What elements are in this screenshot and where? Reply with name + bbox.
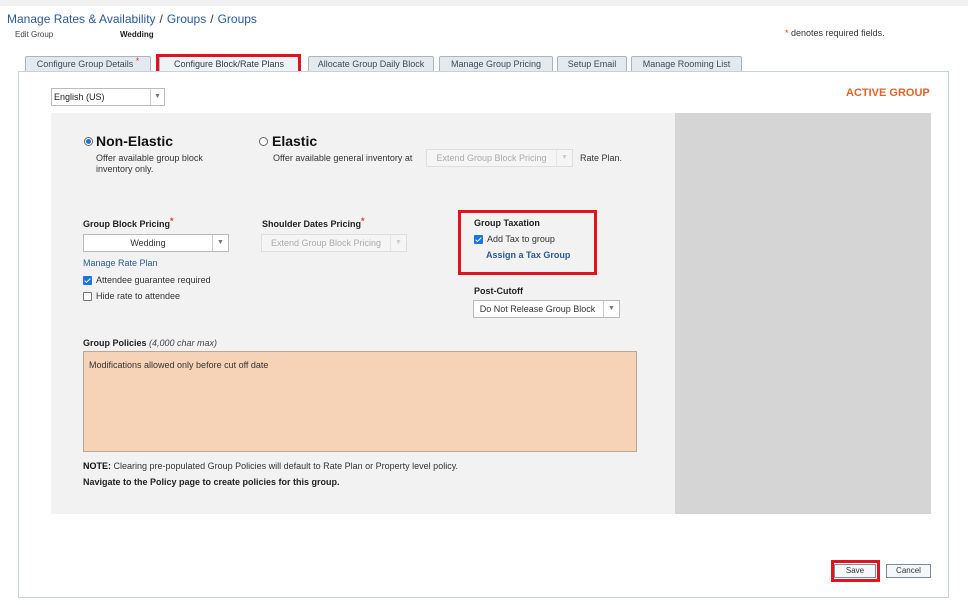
manage-rate-plan-link[interactable]: Manage Rate Plan: [83, 258, 158, 269]
top-strip: [0, 0, 968, 6]
assign-tax-group-link[interactable]: Assign a Tax Group: [486, 250, 570, 260]
cancel-button[interactable]: Cancel: [886, 564, 931, 578]
group-taxation-title: Group Taxation: [474, 218, 540, 228]
elastic-label: Elastic: [272, 133, 318, 149]
policy-navigate-note: Navigate to the Policy page to create po…: [83, 477, 340, 487]
elastic-description: Offer available general inventory at: [273, 153, 413, 163]
group-policies-title: Group Policies: [83, 338, 147, 348]
save-button[interactable]: Save: [834, 564, 876, 578]
group-block-pricing-select[interactable]: Wedding ▼: [83, 234, 229, 252]
breadcrumb-groups[interactable]: Groups: [167, 12, 206, 26]
breadcrumb-separator: /: [210, 12, 214, 26]
status-label: ACTIVE GROUP: [846, 87, 930, 99]
tab-label: Manage Rooming List: [642, 59, 731, 69]
post-cutoff-label: Post-Cutoff: [474, 286, 523, 296]
required-star: *: [170, 216, 174, 226]
shoulder-dates-pricing-label: Shoulder Dates Pricing*: [262, 216, 365, 229]
tab-setup-email[interactable]: Setup Email: [557, 56, 627, 72]
chevron-down-icon: ▼: [556, 150, 572, 166]
group-policies-textarea[interactable]: Modifications allowed only before cut of…: [83, 351, 637, 452]
breadcrumb-manage-rates[interactable]: Manage Rates & Availability: [7, 12, 156, 26]
chevron-down-icon: ▼: [603, 301, 619, 317]
side-placeholder: [675, 113, 931, 514]
chevron-down-icon: ▼: [212, 235, 228, 251]
group-block-pricing-label: Group Block Pricing*: [83, 216, 174, 229]
tab-configure-block-rate-plans[interactable]: Configure Block/Rate Plans: [159, 56, 299, 72]
tab-label: Configure Block/Rate Plans: [173, 59, 285, 69]
breadcrumb: Manage Rates & Availability / Groups / Group…: [7, 12, 257, 26]
required-star: *: [785, 28, 789, 38]
required-fields-note: * denotes required fields.: [785, 28, 885, 38]
tab-label: Configure Group Details: [36, 59, 134, 69]
elastic-select-value: Extend Group Block Pricing: [436, 153, 547, 163]
add-tax-label: Add Tax to group: [487, 234, 555, 244]
add-tax-checkbox[interactable]: [474, 235, 483, 244]
group-policies-limit: (4,000 char max): [149, 338, 218, 348]
group-block-pricing-value: Wedding: [130, 238, 166, 248]
post-cutoff-value: Do Not Release Group Block: [479, 304, 596, 314]
tab-allocate-group-daily-block[interactable]: Allocate Group Daily Block: [308, 56, 434, 72]
group-block-pricing-text: Group Block Pricing: [83, 219, 171, 229]
attendee-guarantee-checkbox[interactable]: [83, 276, 92, 285]
note-prefix: NOTE:: [83, 461, 111, 471]
non-elastic-label: Non-Elastic: [96, 133, 174, 149]
language-value: English (US): [54, 92, 105, 102]
required-star: *: [361, 216, 365, 226]
non-elastic-radio[interactable]: [84, 137, 93, 146]
group-name: Wedding: [120, 30, 154, 39]
tab-configure-group-details[interactable]: Configure Group Details *: [25, 56, 151, 72]
hide-rate-checkbox[interactable]: [83, 292, 92, 301]
note-text: Clearing pre-populated Group Policies wi…: [113, 461, 459, 471]
elastic-rate-plan-select: Extend Group Block Pricing ▼: [426, 149, 573, 167]
policy-note: NOTE: Clearing pre-populated Group Polic…: [83, 461, 458, 471]
edit-group-label: Edit Group: [15, 30, 54, 39]
elastic-radio[interactable]: [259, 137, 268, 146]
breadcrumb-separator: /: [159, 12, 163, 26]
tab-manage-group-pricing[interactable]: Manage Group Pricing: [439, 56, 553, 72]
non-elastic-description: Offer available group block inventory on…: [96, 153, 203, 174]
tab-label: Setup Email: [567, 59, 617, 69]
required-star: *: [135, 56, 140, 66]
language-select[interactable]: English (US) ▼: [51, 88, 165, 106]
shoulder-dates-pricing-value: Extend Group Block Pricing: [270, 238, 382, 248]
chevron-down-icon: ▼: [390, 235, 406, 251]
attendee-guarantee-label: Attendee guarantee required: [96, 275, 211, 285]
hide-rate-label: Hide rate to attendee: [96, 291, 181, 301]
shoulder-dates-pricing-text: Shoulder Dates Pricing: [262, 219, 362, 229]
shoulder-dates-pricing-select: Extend Group Block Pricing ▼: [261, 234, 407, 252]
tab-manage-rooming-list[interactable]: Manage Rooming List: [631, 56, 742, 72]
required-note-text: denotes required fields.: [791, 28, 885, 38]
post-cutoff-select[interactable]: Do Not Release Group Block ▼: [473, 300, 620, 318]
group-policies-label: Group Policies (4,000 char max): [83, 338, 217, 348]
tab-label: Allocate Group Daily Block: [317, 59, 425, 69]
elastic-suffix: Rate Plan.: [580, 153, 623, 163]
tab-label: Manage Group Pricing: [450, 59, 542, 69]
chevron-down-icon: ▼: [150, 89, 164, 105]
breadcrumb-groups-current[interactable]: Groups: [218, 12, 257, 26]
